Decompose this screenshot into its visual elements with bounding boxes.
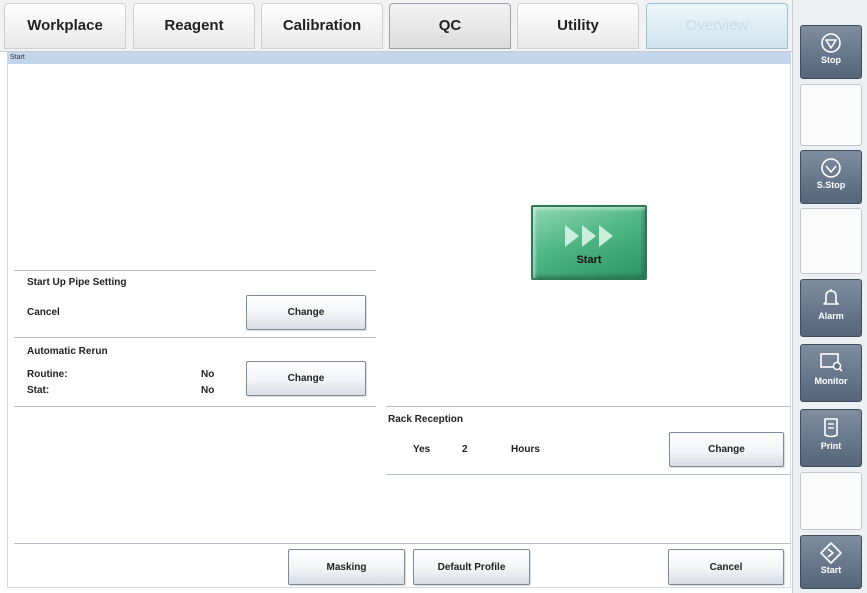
stop-button[interactable]: Stop (800, 25, 862, 79)
start-icon (820, 542, 842, 564)
sampling-stop-button[interactable]: S.Stop (800, 150, 862, 204)
sampling-stop-icon (821, 158, 841, 178)
tab-overview: Overview (646, 3, 788, 49)
footer-divider (14, 543, 790, 544)
automatic-rerun-change-button[interactable]: Change (246, 361, 366, 396)
monitor-icon (820, 353, 843, 372)
window-title-bar: Start (7, 52, 791, 64)
stat-label: Stat: (27, 385, 50, 396)
tab-reagent[interactable]: Reagent (133, 3, 255, 49)
default-profile-button[interactable]: Default Profile (413, 549, 530, 585)
print-icon (824, 418, 838, 438)
sampling-stop-label: S.Stop (816, 180, 846, 190)
routine-label: Routine: (27, 369, 68, 380)
start-up-pipe-change-button[interactable]: Change (246, 295, 366, 330)
routine-value: No (201, 369, 215, 380)
empty-slot (800, 472, 862, 530)
monitor-label: Monitor (814, 376, 848, 386)
stop-label: Stop (821, 55, 841, 65)
start-button[interactable]: Start (531, 205, 647, 280)
side-control-panel: Stop S.Stop Alarm Monitor Print Start (792, 0, 867, 593)
cancel-button[interactable]: Cancel (668, 549, 784, 585)
tab-utility[interactable]: Utility (517, 3, 639, 49)
rack-reception-unit: Hours (511, 444, 540, 455)
bell-icon (823, 289, 839, 305)
top-tab-bar: Workplace Reagent Calibration QC Utility… (0, 0, 792, 52)
window-title: Start (10, 54, 25, 61)
alarm-button[interactable]: Alarm (800, 279, 862, 337)
rack-reception-hours: 2 (462, 444, 468, 455)
divider (14, 270, 376, 271)
rack-reception-value: Yes (413, 444, 431, 455)
start-button-label: Start (576, 254, 602, 266)
divider (14, 337, 376, 338)
sidebar-start-label: Start (820, 565, 842, 575)
stop-icon (821, 33, 841, 53)
empty-slot (800, 208, 862, 274)
automatic-rerun-heading: Automatic Rerun (27, 346, 108, 357)
sidebar-start-button[interactable]: Start (800, 535, 862, 589)
start-up-pipe-value: Cancel (27, 307, 60, 318)
fast-forward-icon (565, 225, 613, 247)
alarm-label: Alarm (818, 311, 844, 321)
print-label: Print (820, 441, 842, 451)
print-button[interactable]: Print (800, 409, 862, 467)
tab-calibration[interactable]: Calibration (261, 3, 383, 49)
tab-workplace[interactable]: Workplace (4, 3, 126, 49)
start-up-pipe-heading: Start Up Pipe Setting (27, 277, 127, 288)
stat-value: No (201, 385, 215, 396)
divider (386, 474, 790, 475)
masking-button[interactable]: Masking (288, 549, 405, 585)
monitor-button[interactable]: Monitor (800, 344, 862, 402)
divider (386, 406, 790, 407)
rack-reception-heading: Rack Reception (388, 414, 464, 425)
divider (14, 406, 376, 407)
empty-slot (800, 84, 862, 146)
start-dialog: Start Up Pipe Setting Cancel Change Auto… (7, 64, 791, 588)
tab-qc[interactable]: QC (389, 3, 511, 49)
rack-reception-change-button[interactable]: Change (669, 432, 784, 467)
